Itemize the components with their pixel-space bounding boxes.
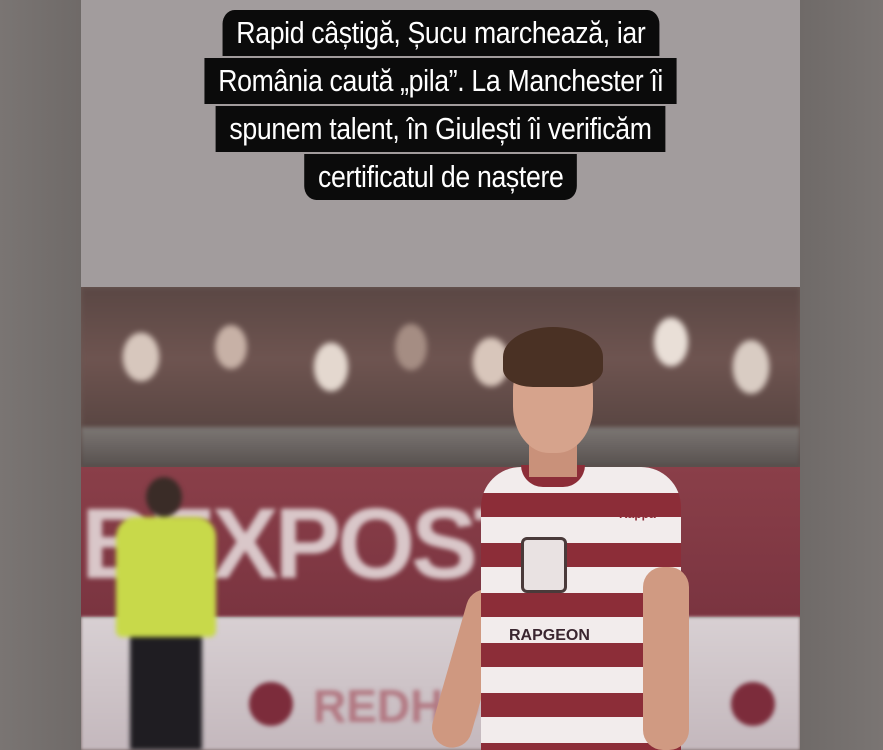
left-blur-border	[0, 0, 81, 750]
club-crest-icon	[521, 537, 567, 593]
jersey-sponsor: RAPGEON	[509, 627, 590, 644]
story-caption: Rapid câștigă, Șucu marchează, iar Român…	[81, 10, 800, 202]
story-card: Rapid câștigă, Șucu marchează, iar Român…	[81, 0, 800, 750]
player-photo: BEXPOST REDHO Kappa RAPGEON	[81, 287, 800, 750]
steward-figure	[106, 477, 226, 750]
jersey-brand: Kappa	[619, 507, 656, 521]
football-player: Kappa RAPGEON	[427, 327, 800, 750]
caption-line-3: spunem talent, în Giulești îi verificăm	[215, 106, 666, 152]
caption-line-1: Rapid câștigă, Șucu marchează, iar	[222, 10, 659, 56]
caption-line-2: România caută „pila”. La Manchester îi	[204, 58, 677, 104]
caption-line-4: certificatul de naștere	[303, 154, 577, 200]
player-hair	[503, 327, 603, 387]
right-blur-border	[800, 0, 883, 750]
ad-logo-icon	[249, 682, 293, 726]
player-arm	[643, 567, 689, 750]
